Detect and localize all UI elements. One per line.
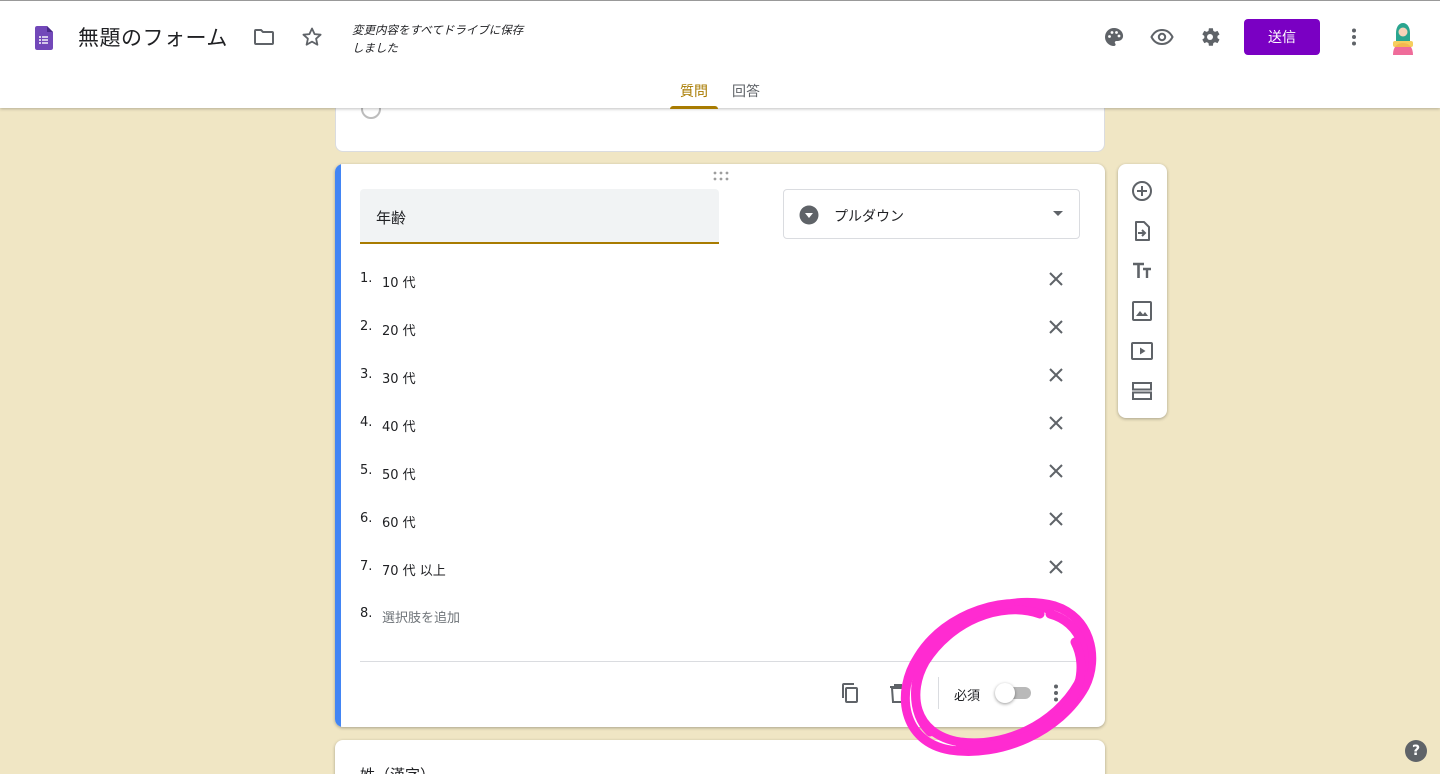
import-questions-icon[interactable] [1130, 219, 1154, 243]
tab-responses[interactable]: 回答 [732, 81, 760, 101]
next-question-card[interactable]: 姓（漢字） [335, 740, 1105, 774]
folder-icon[interactable] [252, 25, 276, 49]
close-icon[interactable] [1046, 365, 1066, 385]
drag-handle-icon[interactable] [711, 170, 731, 182]
option-text[interactable]: 60 代 [382, 512, 416, 531]
toggle-thumb [995, 683, 1015, 703]
option-row[interactable]: 7. 70 代 以上 [360, 553, 1080, 601]
add-image-icon[interactable] [1130, 299, 1154, 323]
option-number: 6. [360, 511, 373, 526]
forms-logo-icon[interactable] [35, 26, 53, 50]
required-label: 必須 [954, 689, 981, 704]
close-icon[interactable] [1046, 269, 1066, 289]
footer-vertical-divider [938, 677, 939, 709]
add-section-icon[interactable] [1130, 379, 1154, 403]
palette-icon[interactable] [1102, 25, 1126, 49]
question-type-select[interactable]: プルダウン [783, 189, 1080, 239]
option-row[interactable]: 5. 50 代 [360, 457, 1080, 505]
chevron-down-icon [1053, 211, 1063, 216]
option-number: 4. [360, 415, 373, 430]
dropdown-type-icon [799, 205, 819, 225]
option-number: 8. [360, 606, 373, 621]
option-number: 5. [360, 463, 373, 478]
required-toggle[interactable] [995, 683, 1031, 703]
avatar[interactable] [1388, 19, 1418, 55]
add-title-icon[interactable] [1130, 259, 1154, 283]
close-icon[interactable] [1046, 317, 1066, 337]
add-option-row[interactable]: 8. 選択肢を追加 [360, 600, 1080, 648]
tab-questions[interactable]: 質問 [680, 81, 708, 101]
form-title[interactable]: 無題のフォーム [78, 22, 228, 52]
option-text[interactable]: 70 代 以上 [382, 560, 446, 579]
question-type-label: プルダウン [834, 209, 904, 225]
option-number: 2. [360, 319, 373, 334]
help-icon[interactable]: ? [1405, 740, 1427, 762]
more-vert-icon[interactable] [1044, 681, 1068, 705]
active-card-indicator [335, 164, 341, 727]
side-toolbar [1118, 164, 1167, 418]
close-icon[interactable] [1046, 461, 1066, 481]
question-card[interactable]: 年齢 プルダウン 1. 10 代 2. 20 代 3. 30 代 4. 40 代… [335, 164, 1105, 727]
star-icon[interactable] [300, 25, 324, 49]
question-title: 年齢 [376, 209, 407, 227]
copy-icon[interactable] [838, 681, 862, 705]
option-number: 7. [360, 559, 373, 574]
option-row[interactable]: 2. 20 代 [360, 313, 1080, 361]
eye-icon[interactable] [1150, 25, 1174, 49]
option-text[interactable]: 40 代 [382, 416, 416, 435]
add-question-icon[interactable] [1130, 179, 1154, 203]
close-icon[interactable] [1046, 509, 1066, 529]
close-icon[interactable] [1046, 413, 1066, 433]
gear-icon[interactable] [1198, 25, 1222, 49]
option-text[interactable]: 50 代 [382, 464, 416, 483]
add-option-input[interactable]: 選択肢を追加 [382, 607, 460, 626]
save-status: 変更内容をすべてドライブに保存しました [352, 23, 524, 55]
option-number: 1. [360, 271, 373, 286]
add-video-icon[interactable] [1130, 339, 1154, 363]
close-icon[interactable] [1046, 557, 1066, 577]
option-row[interactable]: 3. 30 代 [360, 361, 1080, 409]
option-row[interactable]: 6. 60 代 [360, 505, 1080, 553]
footer-divider [360, 661, 1080, 662]
send-button[interactable]: 送信 [1244, 19, 1320, 55]
option-text[interactable]: 20 代 [382, 320, 416, 339]
app-header: 無題のフォーム 変更内容をすべてドライブに保存しました 送信 質問 回答 [0, 0, 1440, 109]
tab-bar: 質問 回答 [0, 73, 1440, 109]
option-number: 3. [360, 367, 373, 382]
option-text[interactable]: 30 代 [382, 368, 416, 387]
trash-icon[interactable] [886, 681, 910, 705]
option-row[interactable]: 1. 10 代 [360, 265, 1080, 313]
option-row[interactable]: 4. 40 代 [360, 409, 1080, 457]
more-vert-icon[interactable] [1342, 25, 1366, 49]
option-text[interactable]: 10 代 [382, 272, 416, 291]
active-tab-indicator [670, 106, 718, 109]
next-question-title: 姓（漢字） [360, 764, 435, 774]
question-title-field[interactable]: 年齢 [360, 189, 719, 244]
